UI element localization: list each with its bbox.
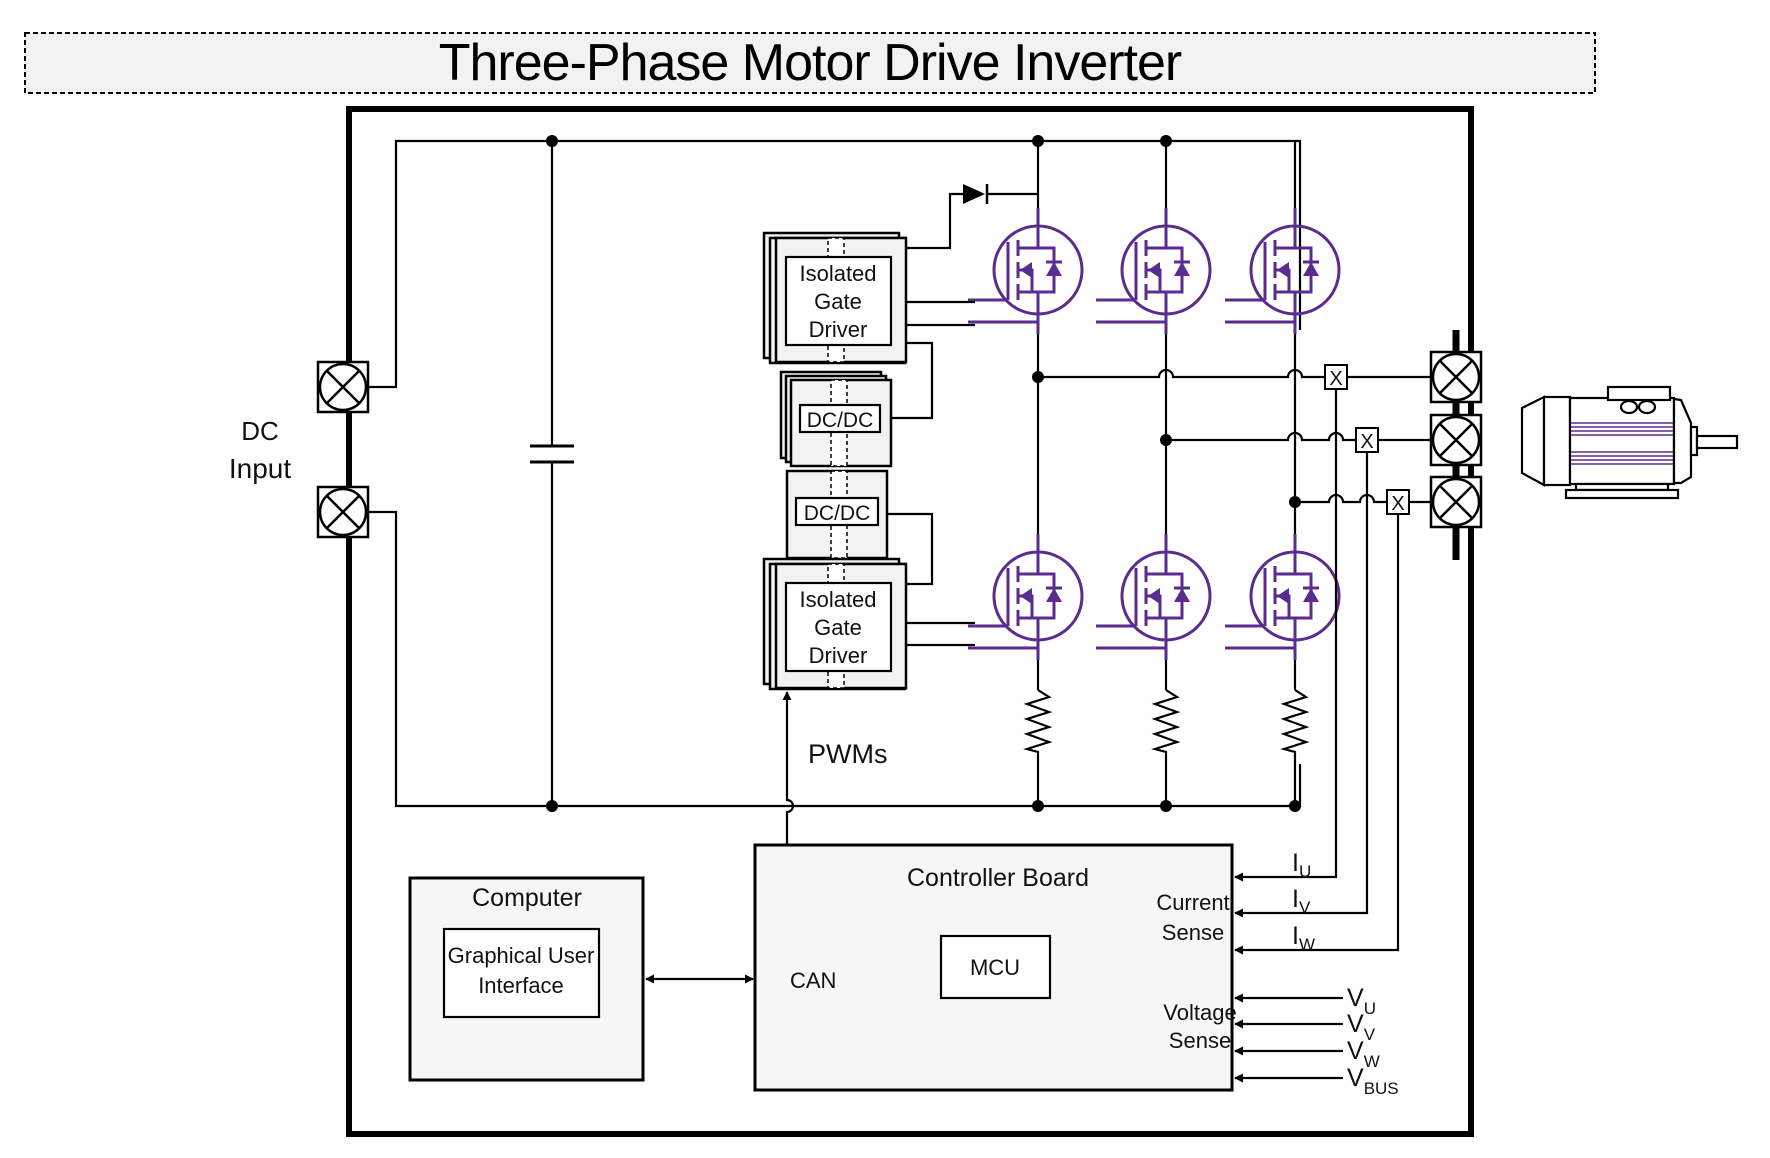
current-input-v: IV [1234,452,1369,918]
can-label: CAN [790,968,836,993]
title-banner: Three-Phase Motor Drive Inverter [24,32,1596,94]
svg-text:Isolated: Isolated [799,587,876,612]
current-input-w: IW [1234,514,1400,955]
current-input-label: IW [1292,922,1315,954]
current-input-label: IV [1292,885,1311,917]
computer-block: Computer Graphical User Interface [408,876,645,1082]
dc-input-label-1: DC [241,416,279,446]
dc-input: DC Input [229,416,291,484]
resistor-icon [1023,689,1053,806]
pwm-signal: PWMs [782,691,887,845]
phase-wire [1038,368,1325,379]
svg-text:Voltage: Voltage [1163,1000,1236,1025]
motor-drive-diagram: Three-Phase Motor Drive Inverter DC Inpu… [24,32,1739,1137]
svg-text:Gate: Gate [814,615,862,640]
mosfet-icon [1094,532,1212,662]
svg-text:Isolated: Isolated [799,261,876,286]
current-input-label: IU [1292,849,1311,881]
pwms-label: PWMs [808,739,887,769]
svg-text:MCU: MCU [970,955,1020,980]
phase-leg-v [1094,135,1212,812]
svg-text:Gate: Gate [814,289,862,314]
phase-leg-w [1223,141,1341,812]
junction-dot [1289,800,1301,812]
controller-board: Controller Board CAN MCU Current Sense V… [753,843,1237,1092]
svg-text:Current: Current [1156,890,1229,915]
phase-output-u: X [1038,350,1483,404]
dc-input-label-2: Input [229,453,291,484]
mosfet-icon [966,532,1084,662]
computer-title: Computer [472,884,582,912]
connector-x-icon [1429,350,1483,404]
dcdc-high: DC/DC [779,370,893,468]
sensor-mark: X [1329,368,1342,390]
connector-x-icon [1429,413,1483,467]
resistor-icon [1280,689,1310,806]
mosfet-icon [1223,532,1341,662]
controller-title: Controller Board [907,864,1089,892]
dcdc-low: DC/DC [785,469,889,560]
svg-text:Graphical User: Graphical User [448,943,595,968]
svg-text:DC/DC: DC/DC [804,502,871,525]
junction-dot [1160,135,1172,147]
phase-leg-u [966,135,1084,812]
phase-wire [1295,493,1387,504]
current-sense-wire [1234,514,1400,955]
mosfet-icon [966,206,1084,336]
svg-text:Sense: Sense [1162,920,1224,945]
current-sense-wire [1234,452,1369,918]
connector-x-icon [316,360,370,414]
capacitor-icon [530,135,574,812]
diode-icon [905,184,1038,250]
resistor-icon [1151,689,1181,806]
mosfet-icon [1223,206,1341,336]
connector-x-icon [316,485,370,539]
connector-x-icon [1429,475,1483,529]
svg-text:Driver: Driver [809,643,868,668]
svg-text:Sense: Sense [1169,1028,1231,1053]
phase-output-v: X [1166,413,1483,467]
junction-dot [1160,800,1172,812]
phase-output-w: X [1295,475,1483,529]
svg-text:Interface: Interface [478,973,564,998]
junction-dot [1032,135,1044,147]
current-input-u: IU [1234,389,1338,882]
gate-driver-high: Isolated Gate Driver [762,231,908,365]
sensor-mark: X [1391,493,1404,515]
diagram-title: Three-Phase Motor Drive Inverter [439,34,1182,92]
sensor-mark: X [1360,431,1373,453]
motor-icon [1520,385,1739,500]
junction-dot [1032,800,1044,812]
phase-wire [1166,431,1356,442]
gate-driver-low: Isolated Gate Driver [762,557,908,691]
svg-text:Driver: Driver [809,317,868,342]
svg-text:DC/DC: DC/DC [807,409,874,432]
mosfet-icon [1094,206,1212,336]
